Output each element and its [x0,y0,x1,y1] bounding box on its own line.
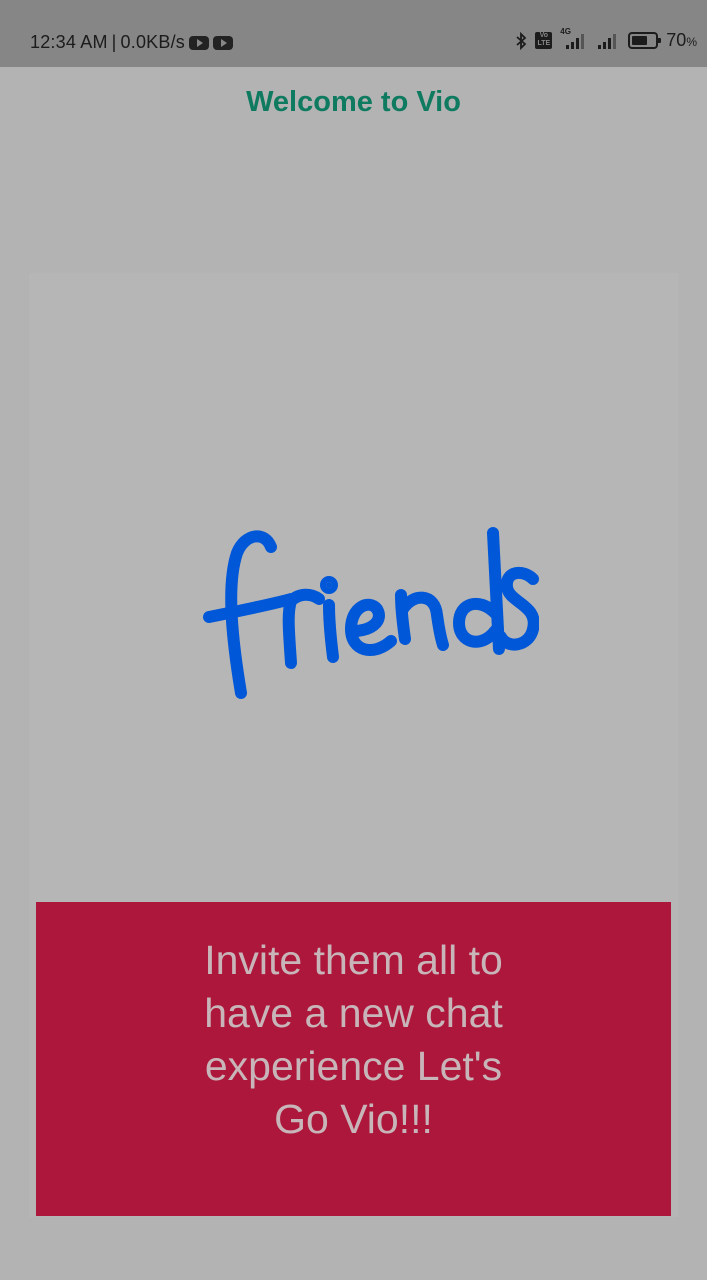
status-bar: 12:34 AM | 0.0KB/s Vo LTE 4G 70% [0,0,707,67]
signal-4g-icon: 4G [560,27,588,50]
network-speed: 0.0KB/s [120,32,185,52]
welcome-screen: 12:34 AM | 0.0KB/s Vo LTE 4G 70% Welcome… [0,0,707,1280]
battery-fill [632,36,648,45]
youtube-icon [188,35,209,50]
page-title: Welcome to Vio [246,86,461,118]
signal-icon [598,33,617,49]
youtube-icon [212,35,233,50]
invite-message: Invite them all to have a new chat exper… [204,937,503,1142]
invite-panel: Invite them all to have a new chat exper… [36,902,671,1216]
status-time: 12:34 AM [30,32,108,52]
status-left: 12:34 AM | 0.0KB/s [30,32,233,53]
status-separator: | [111,32,117,52]
bluetooth-icon [516,31,527,50]
battery-value: 70 [666,30,687,50]
volte-icon: Vo LTE [535,32,553,49]
battery-icon [628,32,662,49]
signal-bars-icon [566,33,585,49]
status-right: Vo LTE 4G 70% [515,27,697,51]
battery-percent-sign: % [686,35,697,49]
friends-lettering-image [203,527,539,699]
battery-percent: 70% [666,30,697,51]
